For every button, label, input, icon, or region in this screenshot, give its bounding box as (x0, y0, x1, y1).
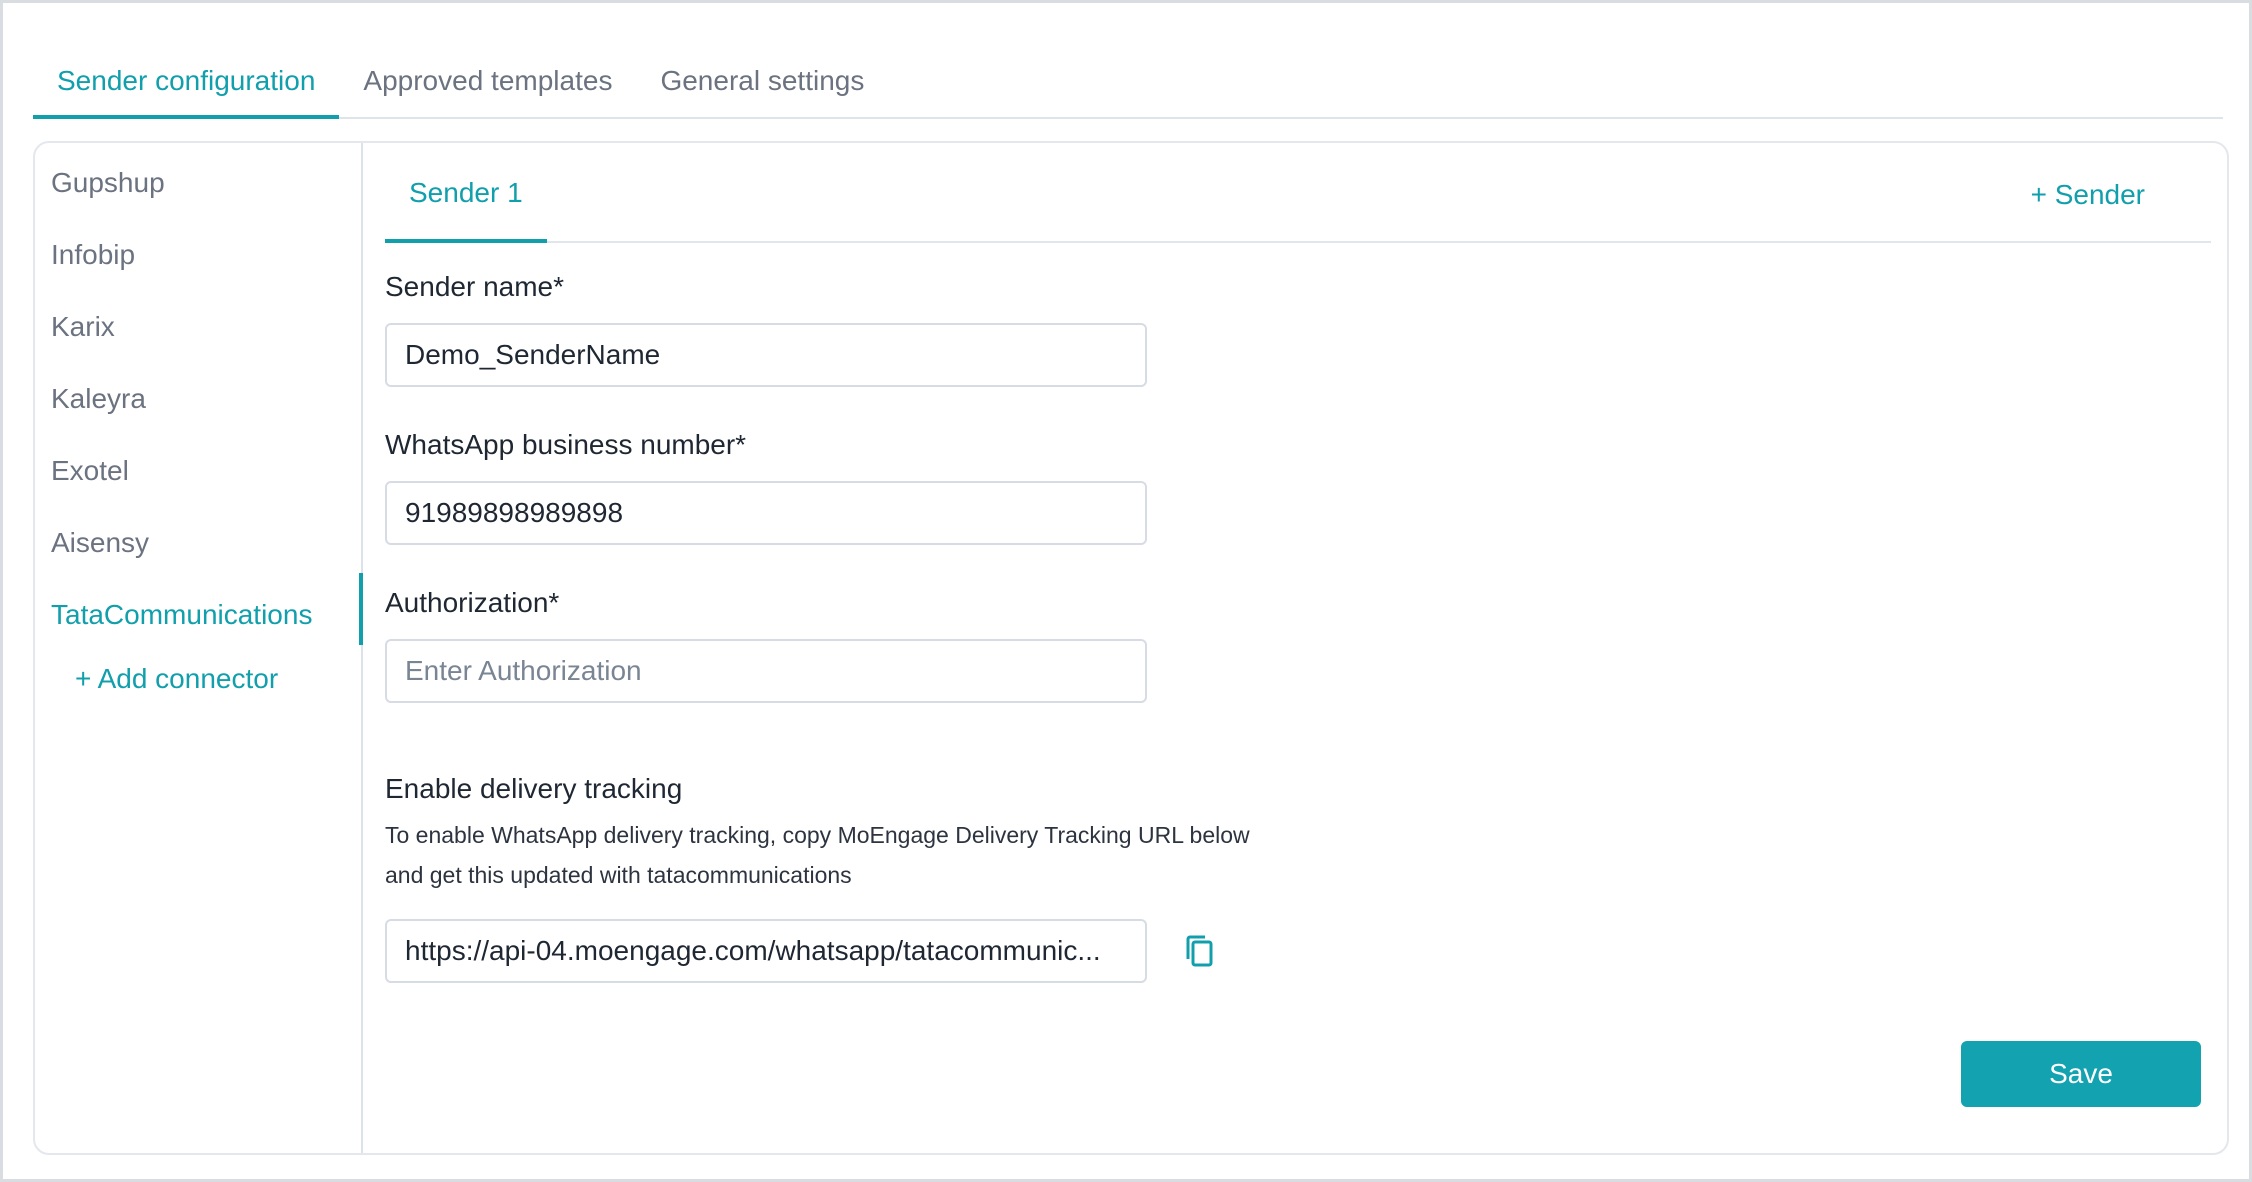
configuration-panel: Gupshup Infobip Karix Kaleyra Exotel Ais… (33, 141, 2229, 1155)
delivery-tracking-help-line-2: and get this updated with tatacommunicat… (385, 862, 852, 888)
sidebar-item-gupshup[interactable]: Gupshup (51, 147, 363, 219)
add-connector-link[interactable]: + Add connector (75, 663, 278, 695)
save-button[interactable]: Save (1961, 1041, 2201, 1107)
add-sender-button[interactable]: + Sender (2031, 179, 2145, 211)
delivery-tracking-help-line-1: To enable WhatsApp delivery tracking, co… (385, 822, 1250, 848)
sidebar-item-karix[interactable]: Karix (51, 291, 363, 363)
tab-sender-1[interactable]: Sender 1 (385, 155, 547, 243)
top-tab-bar: Sender configuration Approved templates … (33, 47, 2223, 119)
authorization-input[interactable] (385, 639, 1147, 703)
sender-content: Sender 1 + Sender Sender name* WhatsApp … (363, 143, 2227, 1153)
authorization-label: Authorization* (385, 587, 560, 618)
connector-sidebar: Gupshup Infobip Karix Kaleyra Exotel Ais… (35, 143, 363, 1153)
sidebar-item-infobip[interactable]: Infobip (51, 219, 363, 291)
delivery-tracking-url-field[interactable]: https://api-04.moengage.com/whatsapp/tat… (385, 919, 1147, 983)
sidebar-item-tatacommunications[interactable]: TataCommunications (51, 579, 363, 651)
tab-approved-templates[interactable]: Approved templates (339, 47, 636, 119)
tab-sender-configuration[interactable]: Sender configuration (33, 47, 340, 119)
sender-name-input[interactable] (385, 323, 1147, 387)
copy-icon[interactable] (1183, 933, 1217, 969)
sender-tab-bar: Sender 1 + Sender (385, 155, 2211, 243)
app-window: Sender configuration Approved templates … (0, 0, 2252, 1182)
sidebar-item-kaleyra[interactable]: Kaleyra (51, 363, 363, 435)
sidebar-item-aisensy[interactable]: Aisensy (51, 507, 363, 579)
business-number-label: WhatsApp business number* (385, 429, 747, 460)
business-number-input[interactable] (385, 481, 1147, 545)
sidebar-item-exotel[interactable]: Exotel (51, 435, 363, 507)
tab-general-settings[interactable]: General settings (636, 47, 888, 119)
sender-name-label: Sender name* (385, 271, 565, 302)
delivery-tracking-title: Enable delivery tracking (385, 773, 683, 804)
